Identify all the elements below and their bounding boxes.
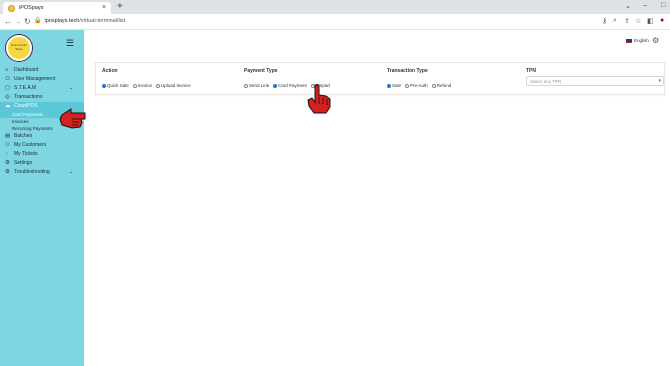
sidebar-item-s-t-e-a-m[interactable]: ▢ S.T.E.A.M ⌄: [0, 84, 84, 93]
radio-invoice[interactable]: Invoice: [132, 83, 153, 88]
batches-icon: ▤: [5, 133, 11, 139]
tab-search-icon[interactable]: ⌄: [625, 2, 631, 10]
zoom-icon[interactable]: ⌕: [613, 17, 617, 25]
radio-label: Send Link: [249, 83, 270, 88]
radio-button-icon[interactable]: [132, 83, 137, 88]
radio-button-icon[interactable]: [244, 83, 248, 88]
radio-button-icon[interactable]: [387, 83, 391, 88]
transaction-type-title: Transaction Type: [387, 68, 428, 74]
sidebar-item-transactions[interactable]: ◎ Transactions: [0, 93, 84, 102]
sidebar-item-settings[interactable]: ⚙ Settings: [0, 159, 84, 168]
sidebar-item-label: User Management: [14, 76, 56, 82]
sidebar-item-label: Batches: [14, 133, 33, 139]
new-tab-button[interactable]: +: [117, 1, 123, 12]
radio-label: Pre-Auth: [410, 83, 428, 88]
address-bar: ← → ↻ 🔒 iposplays.tech/virtual-terminal/l…: [0, 14, 670, 30]
sidebar-item-batches[interactable]: ▤ Batches: [0, 132, 84, 141]
sidebar-item-my-customers[interactable]: ⚇ My Customers: [0, 141, 84, 150]
dashboard-icon: ⌂: [5, 67, 9, 73]
reload-icon[interactable]: ↻: [24, 17, 31, 26]
radio-upload-invoice[interactable]: Upload Invoice: [156, 83, 191, 88]
url-host: iposplays.tech: [44, 18, 80, 24]
back-icon[interactable]: ←: [4, 17, 12, 26]
language-selector[interactable]: English: [626, 38, 649, 43]
sidebar-item-label: Troubleshooting: [14, 169, 50, 175]
troubleshooting-icon: ⚙: [5, 169, 10, 175]
browser-tab-bar: iPOSpays × + ⌄ – □: [0, 0, 670, 14]
payment-type-title: Payment Type: [244, 68, 278, 74]
lock-icon: 🔒: [34, 18, 42, 24]
tab-title: iPOSpays: [19, 5, 44, 11]
sidebar: Dve Lincoln Store ☰ ⌂ Dashboard ⚇ User Mana…: [0, 30, 84, 366]
star-icon[interactable]: ☆: [635, 17, 641, 25]
browser-tab[interactable]: iPOSpays ×: [3, 2, 111, 14]
transaction-type-group: Transaction Type Sale Pre-Auth Refund: [387, 68, 455, 88]
radio-refund[interactable]: Refund: [431, 83, 452, 88]
radio-button-icon[interactable]: [431, 83, 436, 88]
radio-button-icon[interactable]: [156, 83, 161, 88]
tickets-icon: ◌: [5, 151, 9, 157]
radio-label: Card Payment: [278, 83, 307, 88]
sidebar-item-label: My Customers: [14, 142, 47, 148]
radio-quick-sale[interactable]: Quick Sale: [102, 83, 129, 88]
customers-icon: ⚇: [5, 142, 10, 148]
store-logo[interactable]: Dve Lincoln Store: [6, 35, 32, 61]
action-title: Action: [102, 68, 118, 74]
chevron-down-icon: ▾: [658, 78, 661, 84]
users-icon: ⚇: [5, 76, 10, 82]
tpn-title: TPN: [526, 68, 536, 74]
sidebar-item-label: S.T.E.A.M: [14, 85, 37, 91]
sidebar-item-dashboard[interactable]: ⌂ Dashboard: [0, 66, 84, 75]
transactions-icon: ◎: [5, 94, 10, 100]
sidebar-item-label: Settings: [14, 160, 33, 166]
radio-label: Quick Sale: [107, 83, 129, 88]
sidebar-item-label: My Tickets: [14, 151, 38, 157]
radio-label: Invoice: [137, 83, 153, 88]
chevron-down-icon: ⌄: [69, 85, 74, 91]
cloud-icon: ☁: [5, 103, 11, 109]
steam-icon: ▢: [5, 85, 11, 91]
sidebar-item-troubleshooting[interactable]: ⚙ Troubleshooting ⌄: [0, 168, 84, 177]
key-icon[interactable]: ⚷: [602, 17, 607, 25]
sidebar-item-my-tickets[interactable]: ◌ My Tickets: [0, 150, 84, 159]
close-tab-icon[interactable]: ×: [102, 4, 106, 11]
radio-button-icon[interactable]: [405, 83, 410, 88]
action-group: Action Quick Sale Invoice Upload Invoice: [102, 68, 195, 88]
pointing-hand-up-icon: [307, 84, 331, 114]
us-flag-icon: [626, 38, 632, 43]
url-path: /virtual-terminal/list: [79, 18, 126, 24]
pointing-hand-left-icon: [59, 108, 86, 129]
tpn-placeholder: Select any TPN: [530, 79, 562, 84]
virtual-terminal-panel: Action Quick Sale Invoice Upload Invoice P…: [95, 62, 665, 95]
profile-icon[interactable]: ●: [660, 17, 664, 24]
hamburger-menu-icon[interactable]: ☰: [66, 38, 74, 49]
radio-label: Upload Invoice: [161, 83, 191, 88]
forward-icon[interactable]: →: [14, 17, 22, 26]
chevron-down-icon: ⌄: [69, 169, 74, 175]
minimize-button[interactable]: –: [643, 2, 647, 9]
share-icon[interactable]: ⇪: [624, 17, 630, 25]
radio-label: Refund: [436, 83, 452, 88]
tpn-select[interactable]: Select any TPN ▾: [526, 76, 664, 86]
sidebar-item-user-management[interactable]: ⚇ User Management: [0, 75, 84, 84]
radio-pre-auth[interactable]: Pre-Auth: [405, 83, 428, 88]
gear-icon[interactable]: ⚙: [652, 36, 659, 45]
radio-label: Sale: [392, 83, 402, 88]
maximize-button[interactable]: □: [661, 2, 665, 9]
favicon-icon: [8, 5, 15, 12]
sidebar-item-label: Dashboard: [14, 67, 39, 73]
radio-send-link[interactable]: Send Link: [244, 83, 269, 88]
radio-button-icon[interactable]: [102, 83, 106, 88]
url-field[interactable]: 🔒 iposplays.tech/virtual-terminal/list: [34, 17, 125, 24]
sidebar-item-label: Transactions: [14, 94, 43, 100]
sidebar-icon[interactable]: ◧: [647, 17, 654, 25]
radio-sale[interactable]: Sale: [387, 83, 401, 88]
settings-icon: ⚙: [5, 160, 10, 166]
radio-card-payment[interactable]: Card Payment: [273, 83, 307, 88]
sidebar-item-label: CloudPOS: [14, 103, 38, 109]
language-label: English: [634, 38, 649, 43]
radio-button-icon[interactable]: [273, 83, 278, 88]
